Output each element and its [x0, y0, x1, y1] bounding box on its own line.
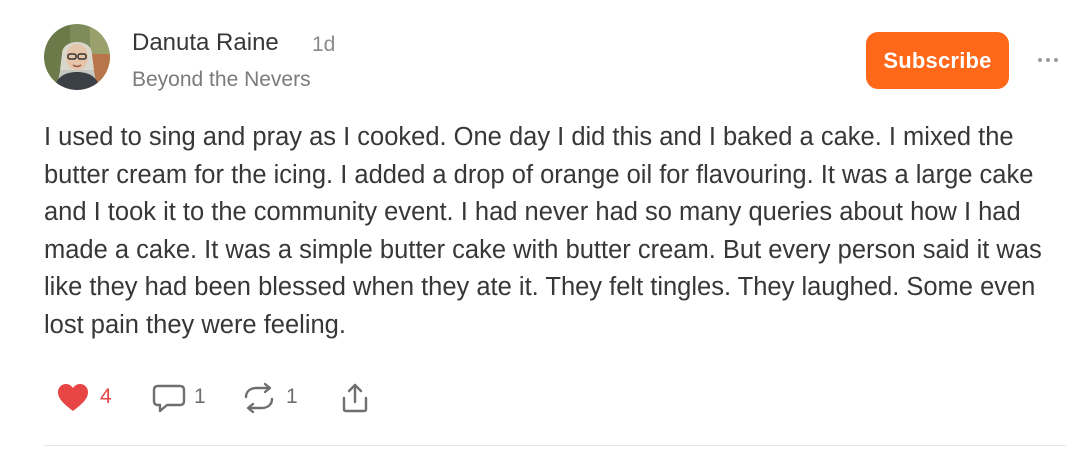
author-name[interactable]: Danuta Raine	[132, 28, 279, 58]
note-card: Danuta Raine 1d Beyond the Nevers Subscr…	[0, 0, 1092, 450]
like-button[interactable]: 4	[56, 378, 120, 418]
subscribe-button[interactable]: Subscribe	[866, 32, 1009, 89]
note-body-text: I used to sing and pray as I cooked. One…	[44, 123, 1042, 339]
publication-name[interactable]: Beyond the Nevers	[132, 66, 311, 94]
heart-icon	[58, 384, 88, 411]
ellipsis-icon	[1038, 58, 1058, 62]
restack-count: 1	[286, 385, 298, 408]
like-count: 4	[100, 385, 112, 408]
share-icon	[342, 383, 368, 413]
restack-button[interactable]: 1	[242, 378, 304, 418]
post-timestamp: 1d	[312, 33, 336, 56]
comment-button[interactable]: 1	[152, 378, 212, 418]
author-avatar[interactable]	[44, 24, 110, 90]
comment-count: 1	[194, 385, 206, 408]
note-divider	[44, 445, 1066, 446]
restack-icon	[244, 382, 274, 414]
more-options-button[interactable]	[1034, 50, 1062, 70]
avatar-photo	[44, 24, 110, 90]
share-button[interactable]	[340, 378, 374, 418]
comment-bubble-icon	[152, 384, 186, 413]
